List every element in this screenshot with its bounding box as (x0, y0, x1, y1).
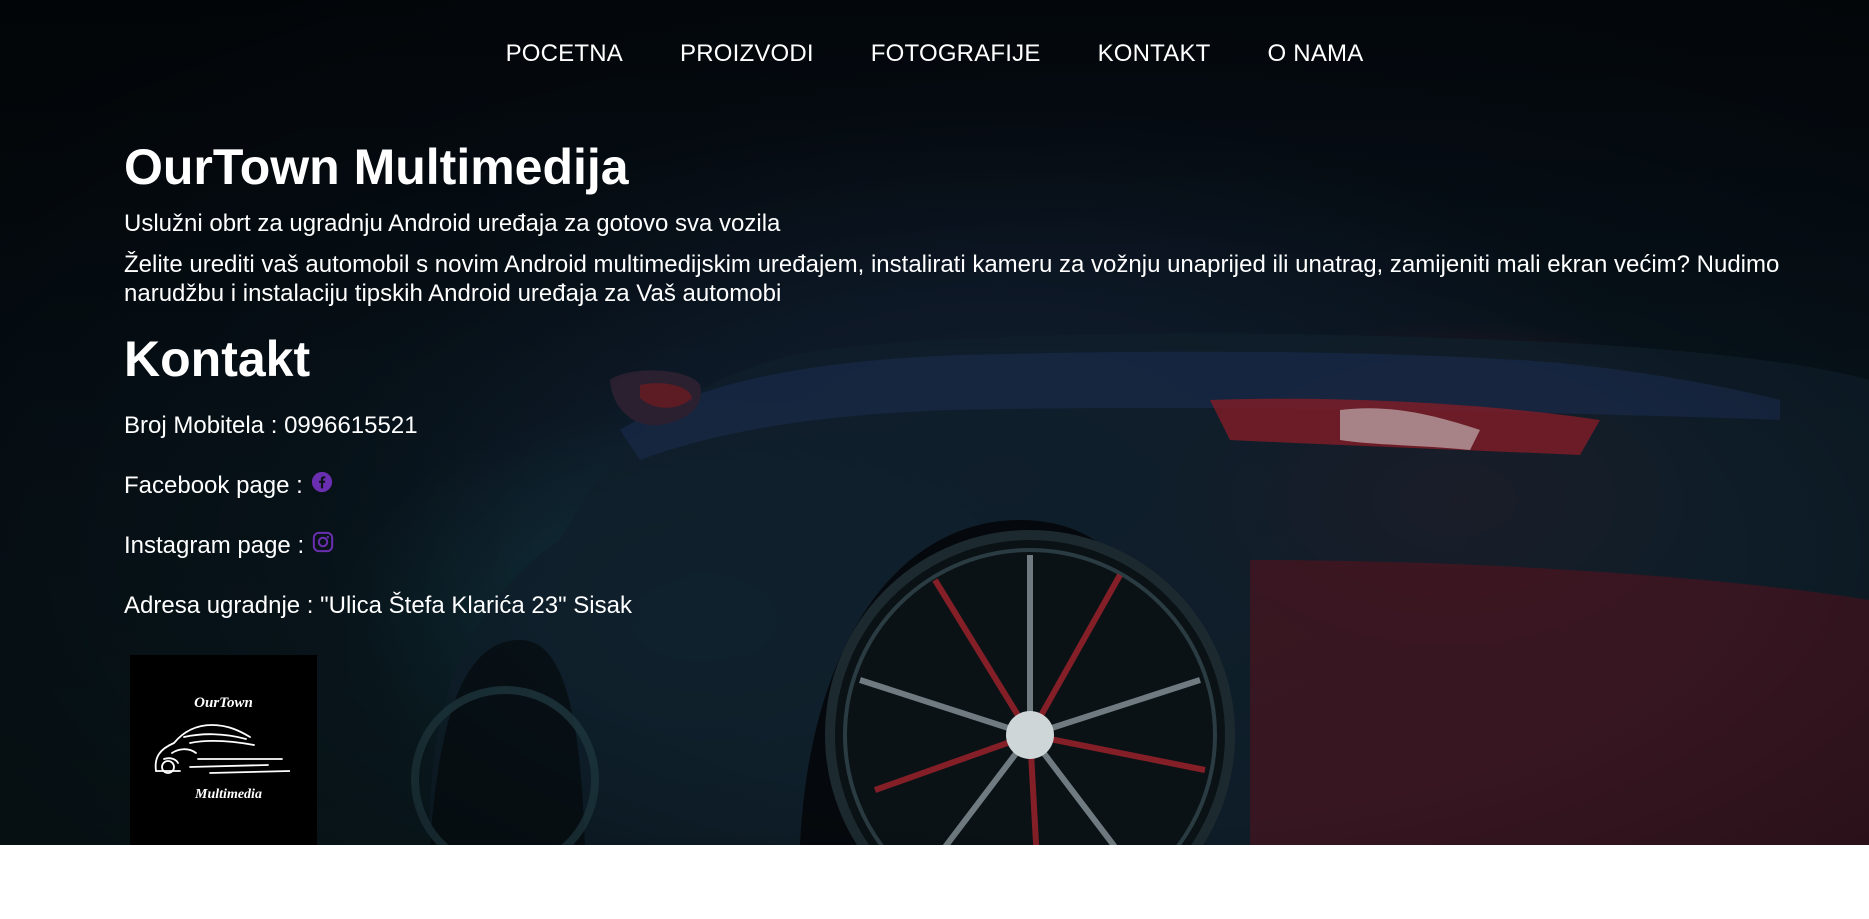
hero-section: POCETNA PROIZVODI FOTOGRAFIJE KONTAKT O … (0, 0, 1869, 845)
nav-item-fotografije[interactable]: FOTOGRAFIJE (871, 40, 1041, 68)
facebook-icon[interactable] (311, 471, 333, 493)
instagram-icon[interactable] (312, 531, 334, 553)
phone-text: Broj Mobitela : 0996615521 (124, 412, 418, 439)
page-subtitle: Uslužni obrt za ugradnju Android uređaja… (124, 210, 781, 237)
nav-item-proizvodi[interactable]: PROIZVODI (680, 40, 814, 68)
facebook-line: Facebook page : (124, 471, 1864, 500)
facebook-label: Facebook page : (124, 472, 303, 499)
kontakt-heading: Kontakt (124, 331, 311, 387)
company-logo: OurTown Multimedia (130, 655, 317, 845)
nav-item-o-nama[interactable]: O NAMA (1268, 40, 1364, 68)
car-outline-icon (154, 724, 290, 774)
page-title: OurTown Multimedija (124, 139, 629, 195)
address-line: Adresa ugradnje : "Ulica Štefa Klarića 2… (124, 592, 1864, 620)
nav-item-kontakt[interactable]: KONTAKT (1098, 40, 1211, 68)
instagram-line: Instagram page : (124, 531, 1864, 560)
nav-item-pocetna[interactable]: POCETNA (506, 40, 623, 68)
logo-bottom-text: Multimedia (195, 787, 262, 802)
instagram-label: Instagram page : (124, 532, 305, 559)
main-content: OurTown Multimedija Uslužni obrt za ugra… (124, 138, 1864, 652)
logo-top-text: OurTown (194, 695, 253, 711)
address-text: Adresa ugradnje : "Ulica Štefa Klarića 2… (124, 592, 632, 619)
phone-line: Broj Mobitela : 0996615521 (124, 412, 1864, 440)
page-description: Želite urediti vaš automobil s novim And… (124, 251, 1780, 307)
main-nav: POCETNA PROIZVODI FOTOGRAFIJE KONTAKT O … (0, 40, 1869, 68)
